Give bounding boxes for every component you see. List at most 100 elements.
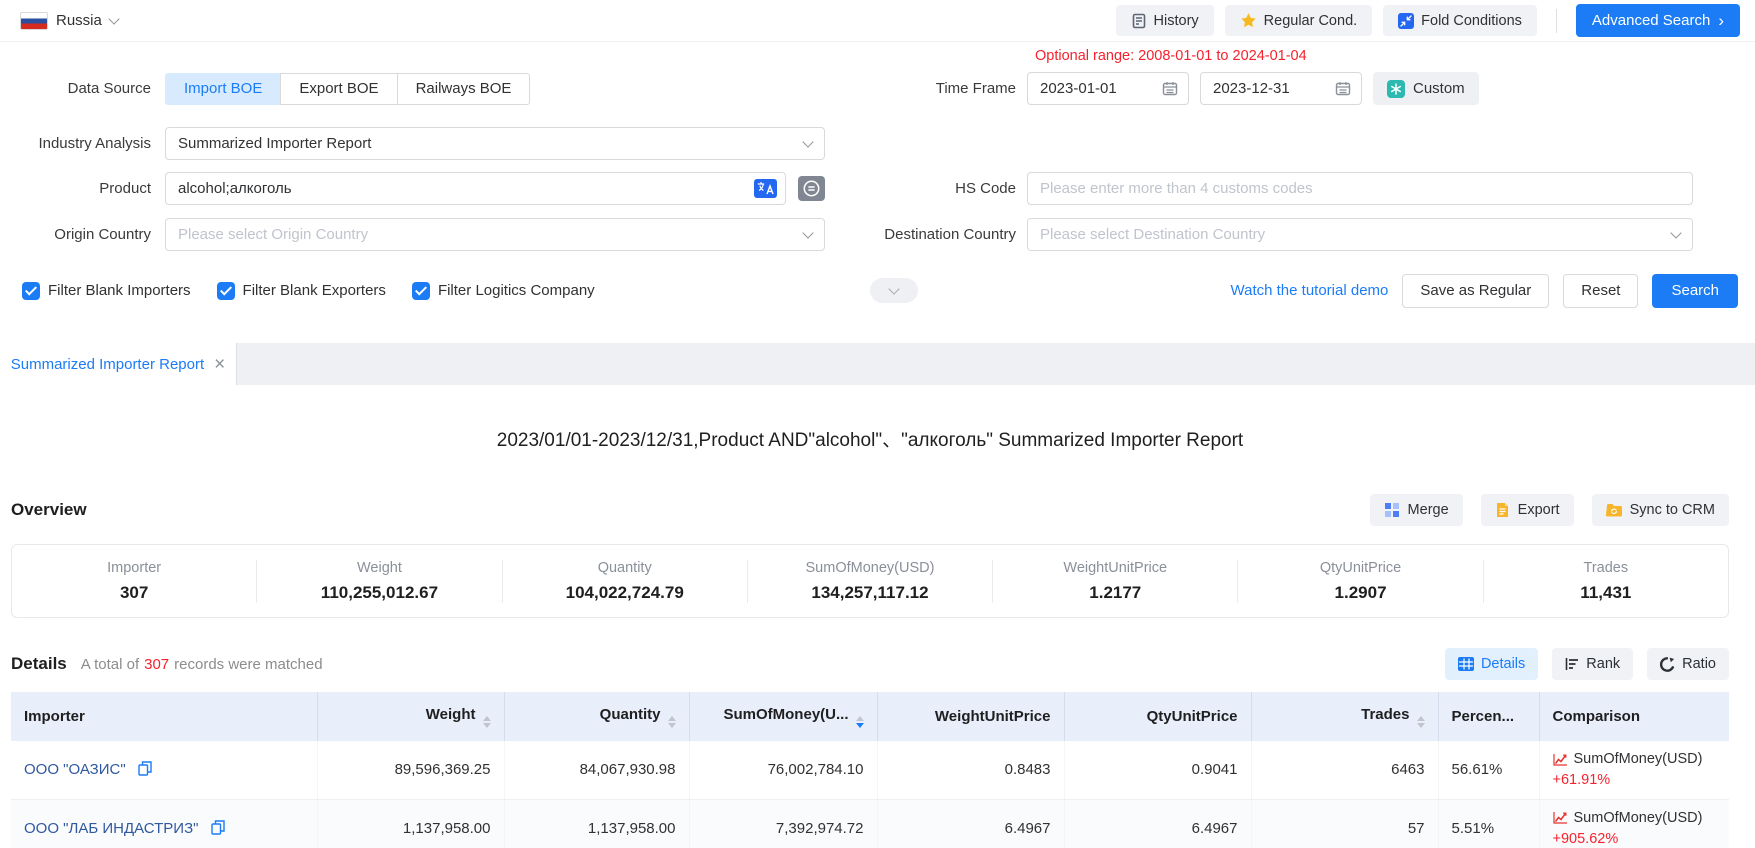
overview-heading: Overview (11, 500, 87, 520)
save-as-regular-button[interactable]: Save as Regular (1402, 274, 1549, 308)
star-icon (1240, 12, 1257, 29)
sort-icon[interactable] (483, 716, 491, 728)
table-row: ООО "ОАЗИС" 89,596,369.25 84,067,930.98 … (11, 741, 1729, 799)
origin-country-label: Origin Country (14, 226, 165, 243)
view-details-button[interactable]: Details (1445, 648, 1538, 680)
col-weight[interactable]: Weight (317, 692, 504, 741)
view-ratio-label: Ratio (1682, 656, 1716, 672)
stat-weight: Weight 110,255,012.67 (256, 560, 501, 603)
report-area: 2023/01/01-2023/12/31,Product AND"alcoho… (11, 425, 1729, 848)
view-details-label: Details (1481, 656, 1525, 672)
export-icon (1495, 502, 1510, 518)
russia-flag-icon (20, 12, 48, 30)
tab-railways-boe[interactable]: Railways BOE (397, 73, 531, 105)
fold-conditions-button[interactable]: Fold Conditions (1383, 5, 1537, 36)
advanced-search-button[interactable]: Advanced Search › (1576, 4, 1740, 37)
product-label: Product (14, 180, 165, 197)
origin-country-select[interactable]: Please select Origin Country (165, 218, 825, 251)
calendar-icon (1162, 81, 1178, 96)
hs-code-input[interactable] (1027, 172, 1693, 205)
sort-icon[interactable] (1417, 716, 1425, 728)
export-button[interactable]: Export (1481, 494, 1574, 526)
fold-icon (1398, 13, 1414, 29)
history-label: History (1154, 13, 1199, 29)
sort-icon-active-desc[interactable] (856, 716, 864, 728)
percent-cell: 56.61% (1438, 741, 1539, 799)
regular-cond-label: Regular Cond. (1264, 13, 1358, 29)
history-button[interactable]: History (1116, 5, 1214, 36)
col-sum-of-money[interactable]: SumOfMoney(U... (689, 692, 877, 741)
country-selector[interactable]: Russia (20, 12, 118, 30)
chevron-right-icon: › (1718, 12, 1724, 29)
time-frame-label: Time Frame (825, 80, 1027, 97)
records-matched-text: A total of307records were matched (81, 656, 323, 673)
importer-link[interactable]: ООО "ЛАБ ИНДАСТРИЗ" (24, 820, 198, 837)
trend-chart-icon (1553, 811, 1568, 824)
sync-to-crm-button[interactable]: Sync to CRM (1592, 494, 1729, 526)
chevron-down-icon (802, 227, 813, 238)
reset-button[interactable]: Reset (1563, 274, 1638, 308)
industry-analysis-value: Summarized Importer Report (178, 135, 371, 152)
comparison-metric: SumOfMoney(USD) (1574, 810, 1703, 826)
checkbox-checked-icon (217, 282, 235, 300)
calendar-icon (1335, 81, 1351, 96)
regular-cond-button[interactable]: Regular Cond. (1225, 5, 1373, 36)
tab-import-boe[interactable]: Import BOE (165, 73, 281, 105)
merge-button[interactable]: Merge (1370, 494, 1463, 526)
tab-label: Summarized Importer Report (11, 356, 204, 373)
search-button[interactable]: Search (1652, 274, 1738, 308)
importer-cell: ООО "ОАЗИС" (11, 741, 317, 799)
stat-qty-unit-price: QtyUnitPrice 1.2907 (1237, 560, 1482, 603)
chevron-down-icon (108, 13, 119, 24)
filter-logitics-company-checkbox[interactable]: Filter Logitics Company (412, 282, 595, 300)
close-icon[interactable]: × (214, 355, 225, 374)
advanced-search-label: Advanced Search (1592, 12, 1710, 29)
date-end-value: 2023-12-31 (1213, 80, 1290, 97)
vertical-divider (1556, 9, 1557, 33)
destination-country-select[interactable]: Please select Destination Country (1027, 218, 1693, 251)
tab-export-boe[interactable]: Export BOE (280, 73, 397, 105)
details-heading: Details (11, 654, 67, 674)
weight-unit-price-cell: 6.4967 (877, 799, 1064, 848)
custom-range-button[interactable]: Custom (1373, 72, 1479, 105)
industry-analysis-select[interactable]: Summarized Importer Report (165, 127, 825, 160)
checkbox-checked-icon (22, 282, 40, 300)
records-count: 307 (144, 656, 169, 673)
view-rank-button[interactable]: Rank (1552, 648, 1633, 680)
table-header-row: Importer Weight Quantity SumOfMoney(U...… (11, 692, 1729, 741)
chevron-down-icon (802, 136, 813, 147)
top-bar: Russia History Regular Cond. Fold Condit… (0, 0, 1755, 42)
filter-blank-exporters-checkbox[interactable]: Filter Blank Exporters (217, 282, 386, 300)
col-quantity[interactable]: Quantity (504, 692, 689, 741)
date-end-input[interactable]: 2023-12-31 (1200, 72, 1362, 105)
checkbox-checked-icon (412, 282, 430, 300)
date-start-input[interactable]: 2023-01-01 (1027, 72, 1189, 105)
sync-crm-icon (1606, 503, 1622, 517)
importer-link[interactable]: ООО "ОАЗИС" (24, 761, 126, 778)
stat-weight-unit-price: WeightUnitPrice 1.2177 (992, 560, 1237, 603)
view-ratio-button[interactable]: Ratio (1647, 648, 1729, 680)
destination-country-placeholder: Please select Destination Country (1040, 226, 1265, 243)
stat-trades: Trades 11,431 (1483, 560, 1728, 603)
tab-summarized-importer-report[interactable]: Summarized Importer Report × (0, 343, 237, 385)
result-tab-bar: Summarized Importer Report × (0, 343, 1755, 385)
rank-icon (1565, 657, 1579, 671)
sort-icon[interactable] (668, 716, 676, 728)
search-form: Optional range: 2008-01-01 to 2024-01-04… (0, 42, 1755, 343)
match-mode-icon[interactable] (798, 176, 825, 201)
date-start-value: 2023-01-01 (1040, 80, 1117, 97)
data-source-label: Data Source (14, 80, 165, 97)
collapse-conditions-button[interactable] (870, 278, 918, 303)
product-input[interactable] (165, 172, 786, 205)
tutorial-demo-link[interactable]: Watch the tutorial demo (1231, 282, 1389, 299)
translate-icon[interactable] (754, 179, 777, 203)
col-trades[interactable]: Trades (1251, 692, 1438, 741)
copy-icon[interactable] (211, 820, 225, 835)
filter-blank-importers-checkbox[interactable]: Filter Blank Importers (22, 282, 191, 300)
data-source-tabs: Import BOE Export BOE Railways BOE (165, 73, 825, 105)
trades-cell: 6463 (1251, 741, 1438, 799)
copy-icon[interactable] (138, 761, 152, 776)
optional-range-hint: Optional range: 2008-01-01 to 2024-01-04 (1035, 48, 1307, 64)
stat-importer: Importer 307 (12, 560, 256, 603)
custom-label: Custom (1413, 80, 1465, 97)
